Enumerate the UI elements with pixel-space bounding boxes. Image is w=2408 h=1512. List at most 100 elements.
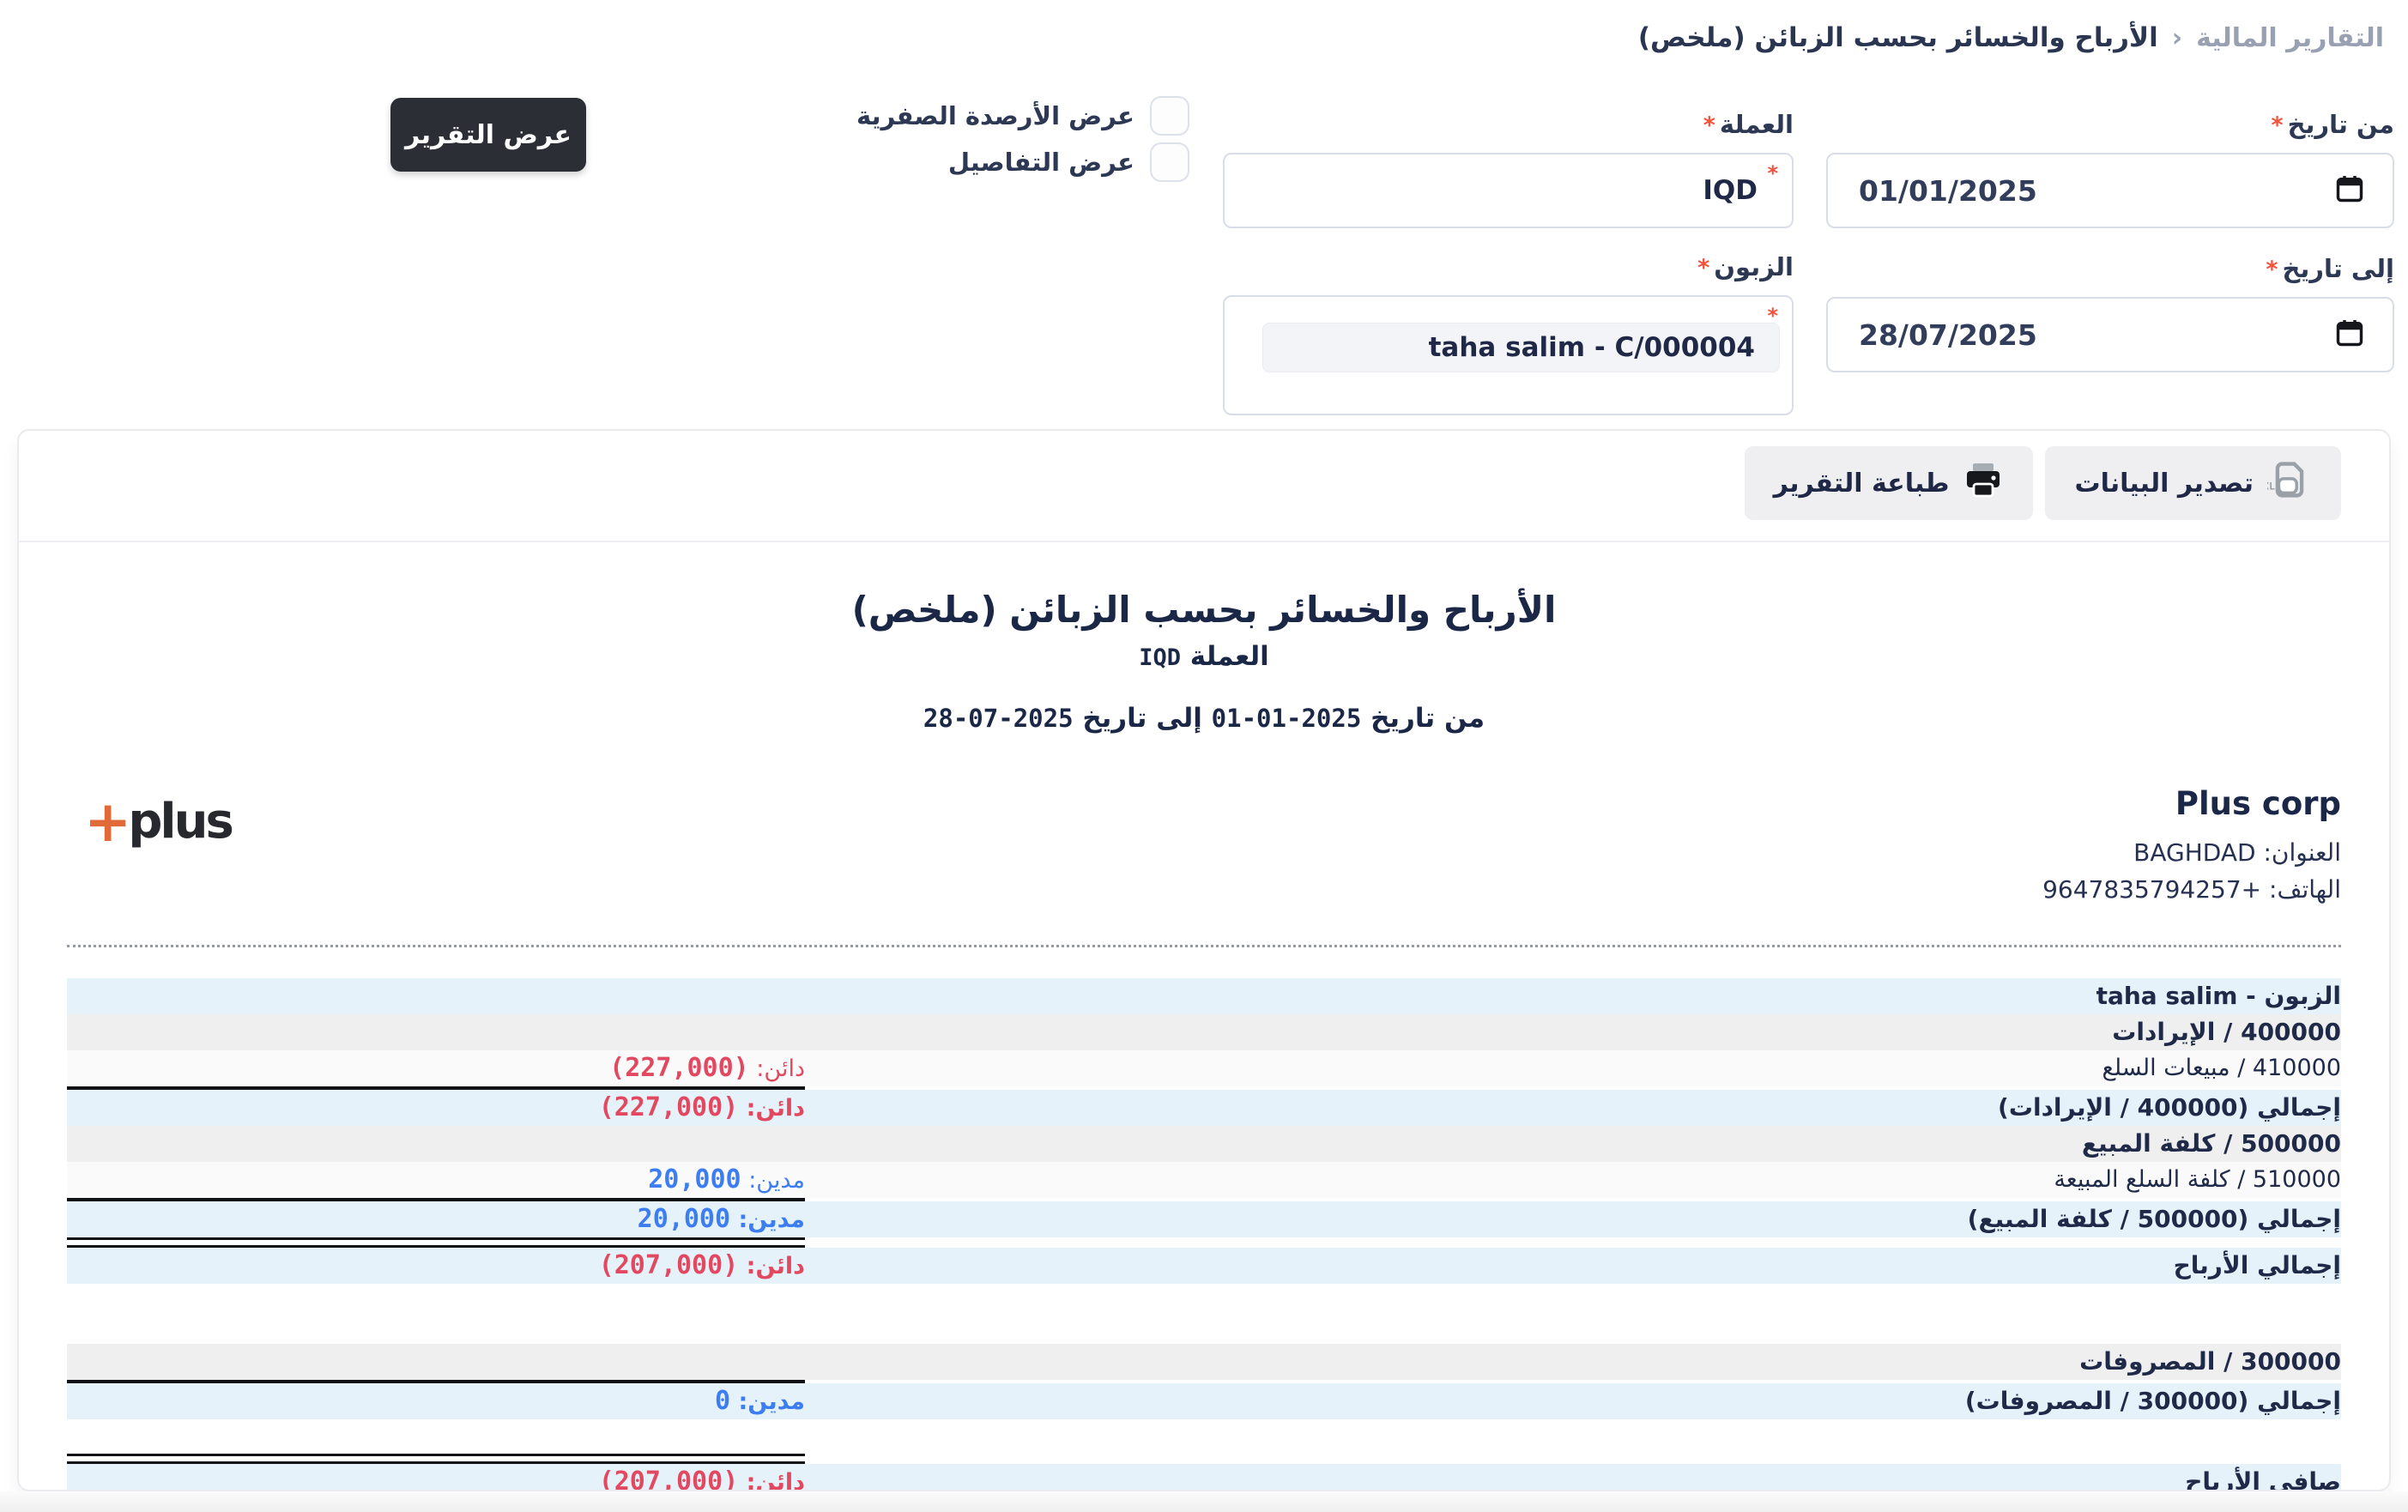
required-asterisk: * [1767, 304, 1778, 328]
required-asterisk: * [2271, 112, 2283, 139]
logo-plus-icon: + [84, 794, 131, 850]
print-report-button[interactable]: طباعة التقرير [1745, 446, 2034, 520]
table-spacer [67, 1284, 2341, 1344]
export-data-button[interactable]: XLS تصدير البيانات [2045, 446, 2341, 520]
period-to-date: 2025-07-28 [923, 704, 1074, 733]
from-date-input[interactable]: 01/01/2025 [1826, 153, 2394, 228]
row-label: إجمالي (500000 / كلفة المبيع) [805, 1205, 2341, 1233]
customer-label-text: الزبون [1714, 252, 1794, 281]
total-rule [67, 1237, 805, 1248]
row-value-amount: (227,000) [609, 1053, 749, 1083]
table-row: 500000 / كلفة المبيع [67, 1126, 2341, 1162]
to-date-input[interactable]: 28/07/2025 [1826, 297, 2394, 372]
page-bottom-band [0, 1491, 2408, 1512]
total-rule [67, 1454, 805, 1464]
period-to-label: إلى تاريخ [1082, 703, 1202, 734]
currency-label-text: العملة [1720, 110, 1794, 139]
report-filters: من تاريخ* 01/01/2025 إلى تاريخ* 28/07/20… [0, 0, 2408, 429]
required-asterisk: * [1767, 161, 1778, 185]
row-value: مدين: 0 [67, 1386, 805, 1416]
required-asterisk: * [1703, 112, 1715, 139]
row-value-amount: 20,000 [638, 1204, 730, 1234]
row-value: مدين: 20,000 [67, 1204, 805, 1234]
company-name: Plus corp [2042, 785, 2341, 822]
row-label: 500000 / كلفة المبيع [805, 1129, 2341, 1158]
currency-label: العملة* [1223, 110, 1794, 139]
customer-selected-chip[interactable]: taha salim - C/000004 [1262, 323, 1780, 372]
currency-select[interactable]: * IQD [1223, 153, 1794, 228]
row-value-amount: (207,000) [599, 1250, 739, 1280]
pl-table: الزبون - taha salim 400000 / الإيرادات 410… [67, 978, 2341, 1491]
row-value-side-label: دائن: [738, 1095, 805, 1122]
report-currency-code: IQD [1139, 644, 1181, 671]
report-currency-label: العملة [1190, 641, 1269, 672]
printer-icon [1963, 459, 2004, 507]
show-details-checkbox[interactable] [1150, 142, 1189, 182]
table-row: إجمالي (500000 / كلفة المبيع)مدين: 20,00… [67, 1201, 2341, 1237]
page: { "breadcrumb": { "parent": "التقارير ال… [0, 0, 2408, 1512]
show-details-option[interactable]: عرض التفاصيل [856, 142, 1189, 182]
row-value: دائن: (207,000) [67, 1250, 805, 1280]
currency-customer-column: العملة* * IQD الزبون* * taha salim - C/0… [1223, 110, 1794, 415]
company-phone-label: الهاتف: [2269, 875, 2341, 904]
table-row: 410000 / مبيعات السلعدائن: (227,000) [67, 1050, 2341, 1086]
row-label: إجمالي (400000 / الإيرادات) [805, 1093, 2341, 1122]
row-value: دائن: (227,000) [67, 1053, 805, 1083]
date-filters-column: من تاريخ* 01/01/2025 إلى تاريخ* 28/07/20… [1826, 110, 2394, 398]
row-value-side-label: مدين: [741, 1167, 805, 1194]
table-row: إجمالي (300000 / المصروفات)مدين: 0 [67, 1383, 2341, 1419]
company-phone-value: +9647835794257 [2042, 875, 2261, 904]
row-value-amount: (207,000) [599, 1467, 739, 1491]
row-value-side-label: مدين: [730, 1388, 805, 1415]
currency-selected-value: IQD [1703, 175, 1758, 206]
row-value-side-label: دائن: [738, 1469, 805, 1491]
customer-multiselect[interactable]: * taha salim - C/000004 [1223, 295, 1794, 415]
from-date-label-text: من تاريخ [2288, 110, 2394, 139]
to-date-label-text: إلى تاريخ [2282, 254, 2394, 283]
row-label: الزبون - taha salim [805, 982, 2341, 1010]
table-spacer [67, 1419, 2341, 1454]
table-row: إجمالي (400000 / الإيرادات)دائن: (227,00… [67, 1090, 2341, 1126]
display-options: عرض الأرصدة الصفرية عرض التفاصيل [856, 96, 1189, 189]
calendar-icon[interactable] [2334, 173, 2365, 208]
company-logo: + plus [84, 794, 232, 850]
report-currency-line: العملة IQD [67, 641, 2341, 672]
logo-text: plus [128, 798, 231, 846]
report-card: XLS تصدير البيانات طباعة التقرير الأرباح… [17, 429, 2391, 1491]
svg-text:XLS: XLS [2267, 481, 2281, 493]
to-date-value: 28/07/2025 [1859, 318, 2037, 352]
calendar-icon[interactable] [2334, 318, 2365, 352]
show-zero-balances-option[interactable]: عرض الأرصدة الصفرية [856, 96, 1189, 136]
table-row: 300000 / المصروفات [67, 1344, 2341, 1380]
company-address-value: BAGHDAD [2133, 838, 2255, 867]
dashed-divider [67, 945, 2341, 947]
row-label: 400000 / الإيرادات [805, 1018, 2341, 1046]
table-row: 400000 / الإيرادات [67, 1014, 2341, 1050]
row-label: 510000 / كلفة السلع المبيعة [805, 1166, 2341, 1193]
export-data-label: تصدير البيانات [2074, 469, 2254, 499]
show-zero-balances-label: عرض الأرصدة الصفرية [856, 101, 1134, 130]
period-from-label: من تاريخ [1370, 703, 1485, 734]
required-asterisk: * [1697, 255, 1709, 281]
row-value-amount: 20,000 [648, 1164, 741, 1194]
customer-label: الزبون* [1223, 252, 1794, 281]
company-address-label: العنوان: [2263, 838, 2341, 867]
company-info: Plus corp العنوان: BAGHDAD الهاتف: +9647… [2042, 785, 2341, 909]
report-title: الأرباح والخسائر بحسب الزبائن (ملخص) [67, 589, 2341, 631]
xls-file-icon: XLS [2267, 457, 2312, 509]
row-value-amount: 0 [715, 1386, 730, 1416]
table-row: الزبون - taha salim [67, 978, 2341, 1014]
from-date-value: 01/01/2025 [1859, 174, 2037, 208]
company-block: Plus corp العنوان: BAGHDAD الهاتف: +9647… [67, 785, 2341, 909]
row-label: إجمالي (300000 / المصروفات) [805, 1387, 2341, 1415]
table-row: إجمالي الأرباحدائن: (207,000) [67, 1248, 2341, 1284]
row-label: إجمالي الأرباح [805, 1251, 2341, 1279]
row-value: دائن: (227,000) [67, 1092, 805, 1122]
report-toolbar: XLS تصدير البيانات طباعة التقرير [19, 431, 2389, 542]
company-phone: الهاتف: +9647835794257 [2042, 871, 2341, 908]
period-from-date: 2025-01-01 [1212, 704, 1362, 733]
show-report-button[interactable]: عرض التقرير [390, 98, 586, 172]
to-date-label: إلى تاريخ* [1826, 254, 2394, 283]
row-label: 410000 / مبيعات السلع [805, 1055, 2341, 1081]
show-zero-balances-checkbox[interactable] [1150, 96, 1189, 136]
